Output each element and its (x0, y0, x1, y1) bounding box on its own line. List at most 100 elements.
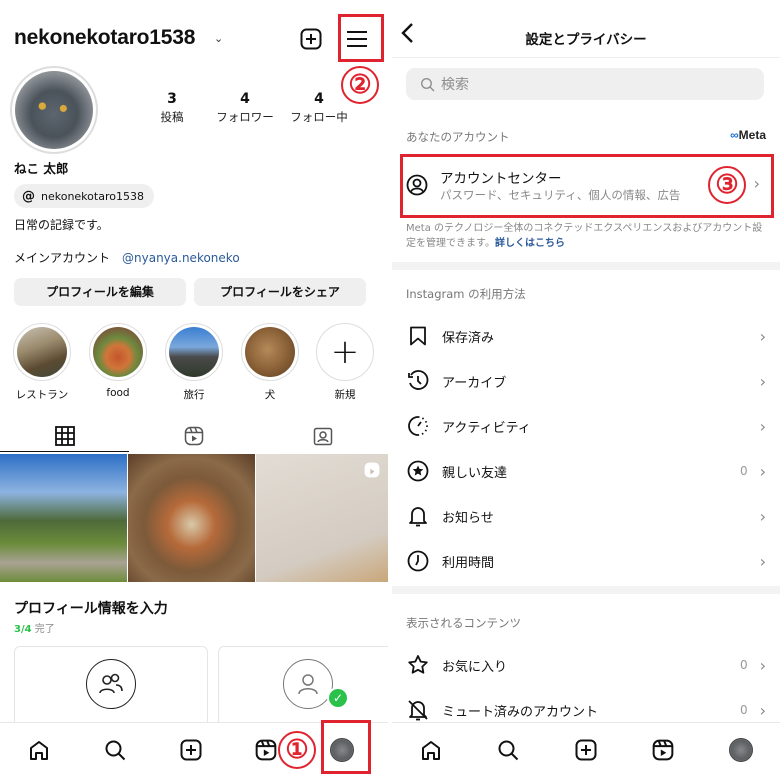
row-label: アーカイブ (442, 375, 507, 391)
bookmark-icon (406, 324, 430, 348)
tab-reels[interactable] (129, 420, 258, 452)
section-separator (392, 262, 780, 270)
highlight-item[interactable]: food (87, 323, 149, 399)
create-post-icon[interactable] (300, 28, 322, 54)
chevron-down-icon[interactable]: ⌄ (214, 32, 223, 45)
meta-description: Meta のテクノロジー全体のコネクテッドエクスペリエンスおよびアカウント設定を… (406, 222, 768, 251)
share-profile-button[interactable]: プロフィールをシェア (194, 278, 366, 306)
search-placeholder: 検索 (441, 77, 469, 93)
stat-posts[interactable]: 3 投稿 (132, 91, 212, 125)
main-account-line: メインアカウント @nyanya.nekoneko (14, 249, 240, 266)
bottom-nav (0, 722, 388, 780)
settings-row-archive[interactable]: アーカイブ › (406, 363, 766, 399)
post-thumbnail[interactable] (256, 454, 388, 582)
search-icon[interactable] (100, 735, 130, 765)
bottom-nav (392, 722, 780, 780)
threads-handle: nekonekotaro1538 (41, 189, 144, 203)
row-label: お気に入り (442, 659, 508, 675)
plus-icon: + (316, 323, 374, 381)
person-icon (283, 659, 333, 709)
main-account-label: メインアカウント (14, 251, 111, 265)
search-icon (421, 77, 435, 91)
stat-value: 4 (314, 91, 324, 107)
people-icon (86, 659, 136, 709)
create-icon[interactable] (571, 735, 601, 765)
home-icon[interactable] (24, 735, 54, 765)
search-icon[interactable] (493, 735, 523, 765)
post-thumbnail[interactable] (0, 454, 127, 582)
settings-header: 設定とプライバシー (392, 0, 780, 58)
settings-row-activity[interactable]: アクティビティ › (406, 408, 766, 444)
meta-infinity-icon: ∞ (730, 128, 739, 142)
profile-nav-avatar[interactable] (327, 735, 357, 765)
chevron-right-icon: › (753, 174, 760, 193)
row-count: 0 (739, 464, 748, 478)
row-label: 親しい友達 (442, 465, 508, 481)
chevron-right-icon: › (759, 506, 766, 526)
complete-profile-title: プロフィール情報を入力 (14, 601, 168, 617)
annotation-step-1: ① (278, 731, 316, 769)
stat-value: 3 (167, 91, 177, 107)
threads-icon: @ (22, 188, 35, 204)
stat-followers[interactable]: 4 フォロワー (205, 91, 285, 125)
edit-profile-button[interactable]: プロフィールを編集 (14, 278, 186, 306)
settings-row-close-friends[interactable]: 親しい友達 0 › (406, 453, 766, 489)
stat-label: フォロー中 (290, 110, 348, 124)
account-circle-icon (406, 174, 428, 200)
settings-row-favorites[interactable]: お気に入り 0 › (406, 647, 766, 683)
chevron-right-icon: › (759, 461, 766, 481)
account-center-title: アカウントセンター (440, 171, 562, 187)
chevron-right-icon: › (759, 700, 766, 720)
meta-brand-text: Meta (738, 128, 766, 142)
bell-icon (406, 504, 430, 528)
learn-more-link[interactable]: 詳しくはこちら (495, 238, 565, 249)
new-highlight-button[interactable]: + 新規 (314, 323, 376, 402)
highlight-item[interactable]: 犬 (239, 323, 301, 402)
clock-icon (406, 549, 430, 573)
tab-tagged[interactable] (258, 420, 387, 452)
stat-value: 4 (240, 91, 250, 107)
main-account-link[interactable]: @nyanya.nekoneko (122, 251, 240, 265)
settings-row-notifications[interactable]: お知らせ › (406, 498, 766, 534)
row-label: 保存済み (442, 330, 495, 346)
activity-icon (406, 414, 430, 438)
meta-logo: ∞Meta (730, 128, 766, 142)
row-count: 0 (739, 703, 748, 717)
settings-search-input[interactable]: 検索 (406, 68, 764, 100)
profile-tabs (0, 420, 388, 452)
highlight-label: 新規 (334, 389, 356, 401)
profile-avatar[interactable] (10, 66, 98, 154)
section-separator (392, 586, 780, 594)
tab-posts-grid[interactable] (0, 420, 129, 452)
stat-following[interactable]: 4 フォロー中 (279, 91, 359, 125)
settings-row-time-spent[interactable]: 利用時間 › (406, 543, 766, 579)
row-label: アクティビティ (442, 420, 531, 436)
stat-label: 投稿 (160, 110, 184, 124)
highlight-label: 犬 (264, 389, 276, 401)
profile-screen: nekonekotaro1538 ⌄ ② 3 投稿 4 フォロワー 4 フォロー… (0, 0, 388, 780)
row-count: 0 (739, 658, 748, 672)
close-friends-icon (406, 459, 430, 483)
profile-nav-avatar[interactable] (726, 735, 756, 765)
chevron-right-icon: › (759, 655, 766, 675)
complete-profile-progress: 3/4 完了 (14, 620, 55, 635)
reels-nav-icon[interactable] (251, 735, 281, 765)
post-thumbnail[interactable] (128, 454, 255, 582)
create-icon[interactable] (176, 735, 206, 765)
highlight-label: food (106, 387, 130, 399)
highlight-item[interactable]: レストラン (11, 323, 73, 402)
reels-nav-icon[interactable] (648, 735, 678, 765)
grid-icon (54, 425, 75, 446)
profile-username[interactable]: nekonekotaro1538 (14, 26, 195, 50)
chevron-right-icon: › (759, 326, 766, 346)
settings-row-saved[interactable]: 保存済み › (406, 318, 766, 354)
threads-badge[interactable]: @ nekonekotaro1538 (14, 184, 154, 208)
highlight-item[interactable]: 旅行 (163, 323, 225, 402)
profile-bio: 日常の記録です。 (14, 218, 109, 232)
annotation-step-3: ③ (708, 166, 746, 204)
profile-full-name: ねこ 太郎 (14, 161, 69, 176)
row-label: お知らせ (442, 510, 494, 526)
hamburger-menu-icon[interactable] (346, 30, 368, 52)
progress-count: 3/4 (14, 624, 32, 635)
home-icon[interactable] (416, 735, 446, 765)
